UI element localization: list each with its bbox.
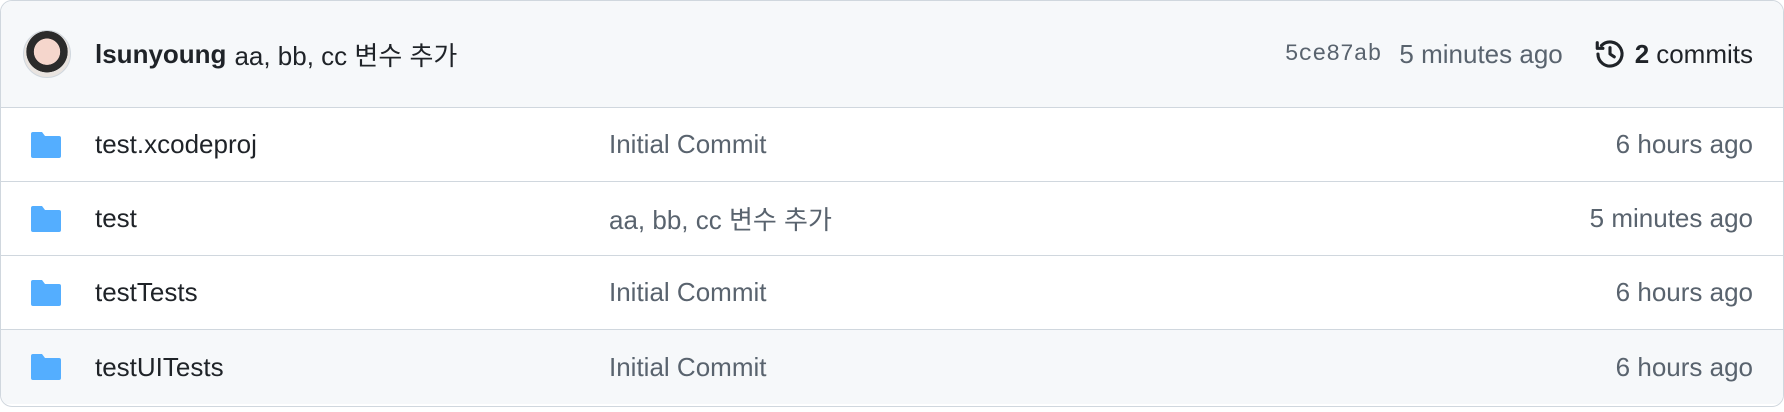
commit-count: 2 bbox=[1634, 38, 1650, 69]
file-row[interactable]: test.xcodeproj Initial Commit 6 hours ag… bbox=[1, 108, 1783, 182]
commit-author[interactable]: lsunyoung bbox=[95, 39, 226, 70]
file-row[interactable]: test aa, bb, cc 변수 추가 5 minutes ago bbox=[1, 182, 1783, 256]
file-commit-time: 6 hours ago bbox=[1615, 351, 1753, 382]
file-commit-message[interactable]: Initial Commit bbox=[609, 277, 1616, 308]
avatar[interactable] bbox=[23, 30, 71, 78]
file-name[interactable]: test bbox=[95, 203, 609, 234]
commits-link[interactable]: 2 commits bbox=[1593, 37, 1753, 71]
folder-icon bbox=[31, 354, 61, 380]
folder-icon bbox=[31, 279, 61, 306]
file-name[interactable]: test.xcodeproj bbox=[95, 129, 609, 160]
file-row[interactable]: testUITests Initial Commit 6 hours ago bbox=[1, 330, 1783, 404]
commit-message[interactable]: aa, bb, cc 변수 추가 bbox=[234, 36, 457, 73]
folder-icon bbox=[31, 131, 61, 158]
file-commit-message[interactable]: aa, bb, cc 변수 추가 bbox=[609, 200, 1590, 237]
file-commit-time: 5 minutes ago bbox=[1589, 203, 1753, 233]
history-icon bbox=[1595, 40, 1624, 68]
file-browser: lsunyoung aa, bb, cc 변수 추가 5ce87ab 5 min… bbox=[0, 0, 1784, 407]
file-commit-message[interactable]: Initial Commit bbox=[609, 352, 1616, 383]
file-name[interactable]: testTests bbox=[95, 277, 609, 308]
folder-icon bbox=[31, 205, 61, 232]
file-name[interactable]: testUITests bbox=[95, 352, 609, 383]
latest-commit-bar: lsunyoung aa, bb, cc 변수 추가 5ce87ab 5 min… bbox=[1, 1, 1783, 108]
commit-sha[interactable]: 5ce87ab bbox=[1285, 41, 1382, 67]
commit-time: 5 minutes ago bbox=[1399, 38, 1563, 69]
file-commit-time: 6 hours ago bbox=[1615, 129, 1753, 159]
commits-label: commits bbox=[1656, 38, 1753, 69]
file-row[interactable]: testTests Initial Commit 6 hours ago bbox=[1, 256, 1783, 330]
file-commit-message[interactable]: Initial Commit bbox=[609, 129, 1616, 160]
file-commit-time: 6 hours ago bbox=[1615, 277, 1753, 307]
